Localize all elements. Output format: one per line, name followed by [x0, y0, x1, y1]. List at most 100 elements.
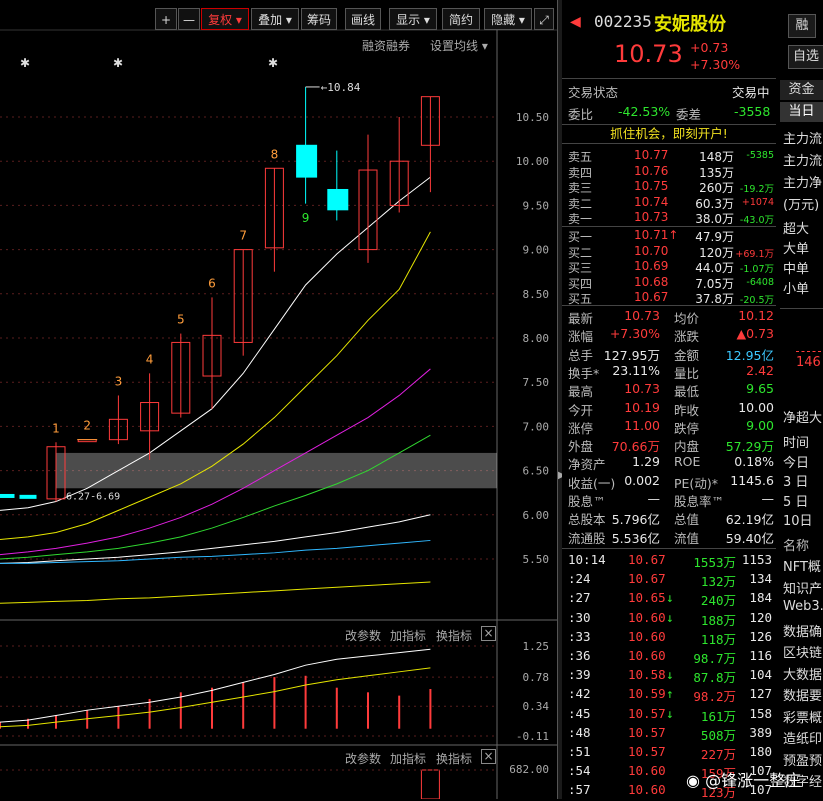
- concept-item[interactable]: 造纸印: [783, 728, 822, 747]
- watchlist-button[interactable]: 自选: [788, 45, 823, 69]
- stat-value: —: [761, 491, 775, 506]
- tick-volume: 1553万: [693, 555, 736, 570]
- tab-zijin[interactable]: 资金: [780, 80, 823, 100]
- buy-row[interactable]: 买二 10.70 120万 +69.1万: [562, 243, 776, 260]
- stock-name: 安妮股份: [654, 14, 726, 35]
- tick-price: 10.58: [628, 667, 666, 683]
- tick-volume: 98.2万: [693, 689, 736, 705]
- yincang-dropdown[interactable]: 隐藏 ▾: [484, 8, 532, 30]
- flow-label: 大单: [783, 242, 810, 257]
- concept-item[interactable]: 彩票概: [783, 707, 822, 726]
- sell-price: 10.73: [634, 210, 669, 224]
- prev-stock-icon[interactable]: ◀: [570, 14, 581, 30]
- jia-zhibiao-button[interactable]: 加指标: [390, 627, 426, 644]
- chouma-button[interactable]: 筹码: [301, 8, 337, 30]
- sell-row[interactable]: 卖二 10.74 60.3万 +1074: [562, 195, 776, 211]
- promo-link[interactable]: 抓住机会，即刻开户!: [562, 124, 776, 144]
- stat-row: 总股本 5.796亿 总值 62.19亿: [562, 509, 776, 527]
- star-marker: ✱: [268, 56, 278, 70]
- sell-change: -43.0万: [739, 215, 774, 226]
- huan-zhibiao-button-2[interactable]: 换指标: [436, 750, 472, 767]
- watermark-text: @锋涨一整庄: [705, 771, 802, 790]
- margin-button[interactable]: 融: [788, 14, 816, 38]
- close-indicator-icon[interactable]: ×: [481, 626, 496, 641]
- flow-label: 主力流: [783, 132, 823, 147]
- stat-row: 最新 10.73 均价 10.12: [562, 308, 776, 326]
- tab-dangri[interactable]: 当日: [780, 102, 823, 122]
- buy-volume: 7.05万: [695, 276, 734, 291]
- xianshi-dropdown[interactable]: 显示 ▾: [389, 8, 437, 30]
- sell-label: 卖三: [568, 181, 593, 195]
- concept-item[interactable]: 数据要: [783, 685, 822, 704]
- stat-label: 均价: [674, 311, 700, 326]
- concept-item[interactable]: 数据确: [783, 621, 822, 640]
- stat-label: PE(动)*: [674, 475, 718, 491]
- sell-row[interactable]: 卖五 10.77 148万 -5385: [562, 148, 776, 164]
- sell-row[interactable]: 卖三 10.75 260万 -19.2万: [562, 179, 776, 195]
- candle-number-label: 9: [302, 211, 310, 225]
- buy-price: 10.70: [634, 243, 669, 258]
- sell-row[interactable]: 卖四 10.76 135万: [562, 164, 776, 180]
- candle-number-label: 1: [52, 421, 60, 435]
- zoom-out-button[interactable]: —: [178, 8, 200, 30]
- price-tick-label: 8.00: [523, 332, 550, 345]
- sell-change: +1074: [741, 196, 774, 208]
- price-tick-label: 5.50: [523, 553, 550, 566]
- concept-item[interactable]: 区块链: [783, 642, 822, 661]
- close-volume-icon[interactable]: ×: [481, 749, 496, 764]
- buy-row[interactable]: 买一 10.71↑ 47.9万: [562, 228, 776, 244]
- buy-volume: 120万: [699, 245, 734, 260]
- flow-label: 主力流: [783, 154, 823, 169]
- concept-item[interactable]: 预盈预: [783, 750, 822, 769]
- concept-item[interactable]: 大数据: [783, 664, 822, 683]
- tick-price: 10.60: [628, 609, 666, 625]
- rongzi-button[interactable]: 融资融券: [362, 37, 410, 54]
- jia-zhibiao-button-2[interactable]: 加指标: [390, 750, 426, 767]
- stat-label: 外盘: [568, 439, 594, 455]
- stat-value: ▲0.73: [736, 326, 774, 342]
- tick-arrow: ↓: [666, 667, 674, 683]
- volume-tick-label: 682.00: [509, 763, 549, 776]
- stat-value: 5.796亿: [611, 512, 660, 528]
- shezhi-label: 设置均线: [430, 39, 479, 53]
- zoom-in-button[interactable]: +: [155, 8, 177, 30]
- tick-time: :27: [568, 590, 591, 606]
- sell-volume: 60.3万: [695, 196, 734, 211]
- concept-item[interactable]: NFT概: [783, 556, 821, 575]
- jianyue-button[interactable]: 简约: [442, 8, 480, 30]
- tick-price: 10.60: [628, 628, 666, 644]
- divider: [562, 226, 776, 227]
- buy-price: 10.68: [634, 274, 669, 289]
- sell-volume: 148万: [699, 150, 734, 164]
- huaxian-button[interactable]: 画线: [345, 8, 381, 30]
- huan-zhibiao-button[interactable]: 换指标: [436, 627, 472, 644]
- gai-canshu-button-2[interactable]: 改参数: [345, 750, 381, 767]
- tick-row: :27 10.65 ↓ 240万 184: [562, 590, 776, 608]
- tick-count: 104: [749, 667, 772, 683]
- sell-label: 卖二: [568, 196, 593, 211]
- sell-row[interactable]: 卖一 10.73 38.0万 -43.0万: [562, 210, 776, 226]
- chart-area: 10.50 10.00 9.50 9.00 8.50 8.00 7.50 7.00 6.50 6.…: [0, 29, 557, 799]
- gai-canshu-button[interactable]: 改参数: [345, 627, 381, 644]
- fuquan-dropdown[interactable]: 复权 ▾: [201, 8, 249, 30]
- concept-item[interactable]: 知识产: [783, 578, 822, 597]
- shezhi-junxian-button[interactable]: 设置均线 ▾: [430, 37, 488, 54]
- buy-row[interactable]: 买四 10.68 7.05万 -6408: [562, 274, 776, 291]
- sell-volume: 38.0万: [695, 212, 734, 226]
- price-tick-label: 7.00: [523, 420, 550, 433]
- price-band: [56, 452, 497, 489]
- stat-label: 量比: [674, 365, 700, 381]
- fullscreen-icon[interactable]: ⤢: [534, 8, 554, 30]
- concept-item[interactable]: Web3.: [783, 599, 823, 614]
- price-tick-label: 10.00: [516, 155, 549, 168]
- stat-row: 今开 10.19 昨收 10.00: [562, 400, 776, 418]
- indicator-tick-label: 1.25: [523, 640, 550, 653]
- stat-row: 换手* 23.11% 量比 2.42: [562, 363, 776, 381]
- buy-row[interactable]: 买五 10.67 37.8万 -20.5万: [562, 290, 776, 306]
- stat-label: 总股本: [568, 512, 606, 528]
- buy-row[interactable]: 买三 10.69 44.0万 -1.07万: [562, 259, 776, 275]
- diejia-dropdown[interactable]: 叠加 ▾: [251, 8, 299, 30]
- stat-label: 总手: [568, 347, 594, 363]
- tick-count: 127: [749, 686, 772, 702]
- stock-price: 10.73: [614, 40, 683, 68]
